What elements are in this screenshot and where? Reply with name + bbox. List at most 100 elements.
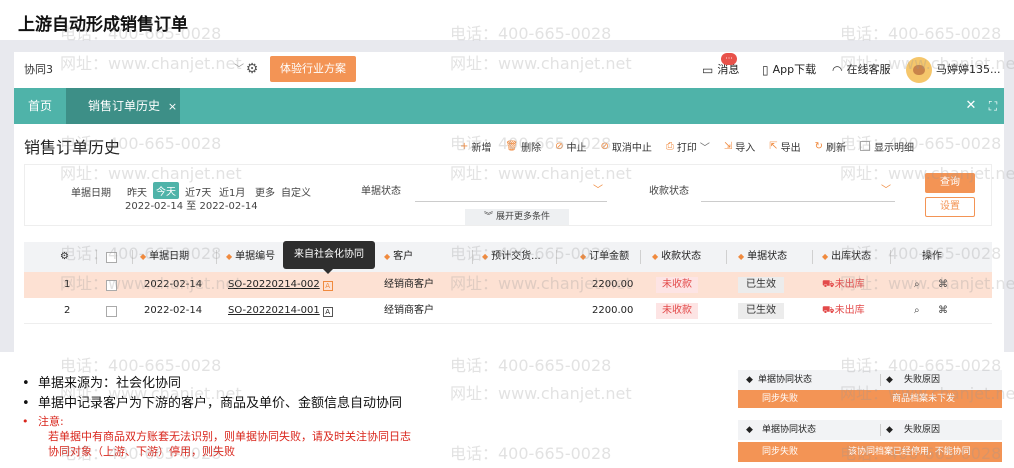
header-code[interactable]: ◆ 单据编号 [226,242,275,272]
message-button[interactable]: ▭ 消息 ··· [702,52,739,88]
sync-status-header-label: 单据协同状态 [758,375,813,385]
more-icon[interactable]: ⌘ [938,298,948,324]
doc-status-badge: 已生效 [738,303,784,319]
header-out-status-label: 出库状态 [831,251,872,262]
show-detail-checkbox[interactable]: 显示明细 [860,138,914,154]
delete-button[interactable]: 🗑 删除 [505,138,541,154]
gear-icon[interactable]: ⚙ [244,61,260,77]
expand-label: 展开更多条件 [495,212,550,222]
view-icon[interactable]: ⌕ [914,298,920,324]
row-code[interactable]: SO-20220214-001 A [228,298,333,324]
message-badge: ··· [721,53,737,65]
add-label: 新增 [471,142,492,154]
row-code-link[interactable]: SO-20220214-001 [228,305,320,316]
row-customer: 经销商客户 [384,279,434,290]
view-icon[interactable]: ⌕ [914,272,920,298]
sort-icon: ◆ [738,252,745,261]
app-download-button[interactable]: ▯ App下载 [762,52,816,88]
source-collab-icon[interactable]: A [322,307,333,317]
org-select[interactable]: 协同3 ﹀ [24,60,244,80]
add-icon: + [460,140,469,152]
column-settings-icon[interactable]: ⚙ [60,242,69,272]
tab-home[interactable]: 首页 [14,88,66,124]
header-divider [132,250,133,264]
tab-sales-order-history[interactable]: 销售订单历史 × [66,88,180,124]
stop-button[interactable]: ⊘ 中止 [555,138,586,154]
trash-icon: 🗑 [505,140,519,152]
show-detail-label: 显示明细 [874,142,915,154]
header-divider [640,250,641,264]
sync-status-header: ◆ 单据协同状态 ◆ 失败原因 [738,370,1002,390]
receipt-status-badge: 未收款 [656,277,698,293]
refresh-icon: ↻ [814,140,824,152]
header-customer[interactable]: ◆ 客户 [384,242,413,272]
receipt-status-select[interactable] [701,201,895,202]
sort-icon: ◆ [886,375,893,385]
sync-status-table-2: ◆ 单据协同状态 ◆ 失败原因 同步失败 该协同档案已经停用, 不能协同 [738,420,1002,462]
sort-icon: ◆ [652,252,659,261]
row-checkbox[interactable] [106,280,117,291]
double-chevron-down-icon: ︾ [484,212,494,222]
online-service-label: 在线客服 [846,63,891,76]
receipt-status-badge: 未收款 [656,303,698,319]
row-checkbox[interactable] [106,306,117,317]
fail-reason-value: 商品档案未下发 [892,394,956,404]
sync-status-value: 同步失败 [762,447,799,457]
sort-icon: ◆ [580,252,587,261]
import-button[interactable]: ⇲ 导入 [724,138,755,154]
source-collab-icon[interactable]: A [322,281,333,291]
out-status-label: 未出库 [834,305,865,316]
more-icon[interactable]: ⌘ [938,272,948,298]
header-doc-status[interactable]: ◆ 单据状态 [738,242,787,272]
query-button[interactable]: 查询 [925,173,975,193]
header-out-status[interactable]: ◆ 出库状态 [822,242,871,272]
print-button[interactable]: ⎙ 打印 ﹀ [666,138,710,154]
row-date: 2022-02-14 [144,305,203,316]
print-icon: ⎙ [665,140,674,152]
export-button[interactable]: ⇱ 导出 [769,138,800,154]
date-option-more[interactable]: 更多 [255,184,275,199]
header-amount[interactable]: ◆ 订单金额 [580,242,629,272]
cancel-stop-button[interactable]: ⊘ 取消中止 [600,138,651,154]
header-receipt[interactable]: ◆ 收款状态 [652,242,701,272]
refresh-label: 刷新 [826,142,847,154]
row-code-link[interactable]: SO-20220214-002 [228,279,320,290]
cancel-stop-icon: ⊘ [600,140,609,152]
row-code[interactable]: SO-20220214-002 A [228,272,333,298]
industry-solution-button[interactable]: 体验行业方案 [270,56,356,82]
watermark-phone: 电话：400-665-0028 [60,356,222,375]
add-button[interactable]: + 新增 [460,138,491,154]
table-row[interactable]: 1 2022-02-14 SO-20220214-002 A 经销商客户 2200… [24,272,992,298]
tab-bar: 首页 销售订单历史 × ✕ ⛶ [14,88,1004,124]
row-date: 2022-02-14 [144,279,203,290]
sync-status-table: ◆ 单据协同状态 ◆ 失败原因 同步失败 商品档案未下发 [738,370,1002,408]
phone-icon: ▯ [762,63,769,77]
doc-status-select[interactable] [415,201,607,202]
close-all-tabs-icon[interactable]: ✕ [962,88,980,124]
row-amount: 2200.00 [592,305,634,316]
close-icon[interactable]: × [168,100,177,113]
watermark-phone: 电话：400-665-0028 [450,356,612,375]
header-receipt-label: 收款状态 [661,251,702,262]
chevron-down-icon: ﹀ [881,185,891,196]
toolbar: + 新增 🗑 删除 ⊘ 中止 ⊘ 取消中止 ⎙ 打印 ﹀ ⇲ 导入 ⇱ 导出 ↻ 刷新 显示明细 [460,138,928,154]
refresh-button[interactable]: ↻ 刷新 [815,138,846,154]
settings-button[interactable]: 设置 [925,197,975,217]
header-divider [880,424,881,436]
fullscreen-icon[interactable]: ⛶ [984,88,1002,124]
date-option-custom[interactable]: 自定义 [281,184,311,199]
headset-icon: ◠ [832,63,843,77]
sort-icon: ◆ [886,425,893,435]
expand-conditions-button[interactable]: ︾ 展开更多条件 [465,209,569,225]
user-menu[interactable]: 马婷婷135... [906,52,1001,88]
row-index: 1 [64,279,71,290]
header-date[interactable]: ◆ 单据日期 [140,242,189,272]
date-range[interactable]: 2022-02-14 至 2022-02-14 [125,197,258,212]
note-attention: 注意: [22,414,722,429]
online-service-button[interactable]: ◠ 在线客服 [832,52,890,88]
sort-icon: ◆ [746,375,753,385]
table-row[interactable]: 2 2022-02-14 SO-20220214-001 A 经销商客户 2200… [24,298,992,324]
date-label: 单据日期 [71,188,111,199]
select-all-checkbox[interactable] [106,252,117,263]
header-delivery[interactable]: ◆ 预计交货... [482,242,541,272]
